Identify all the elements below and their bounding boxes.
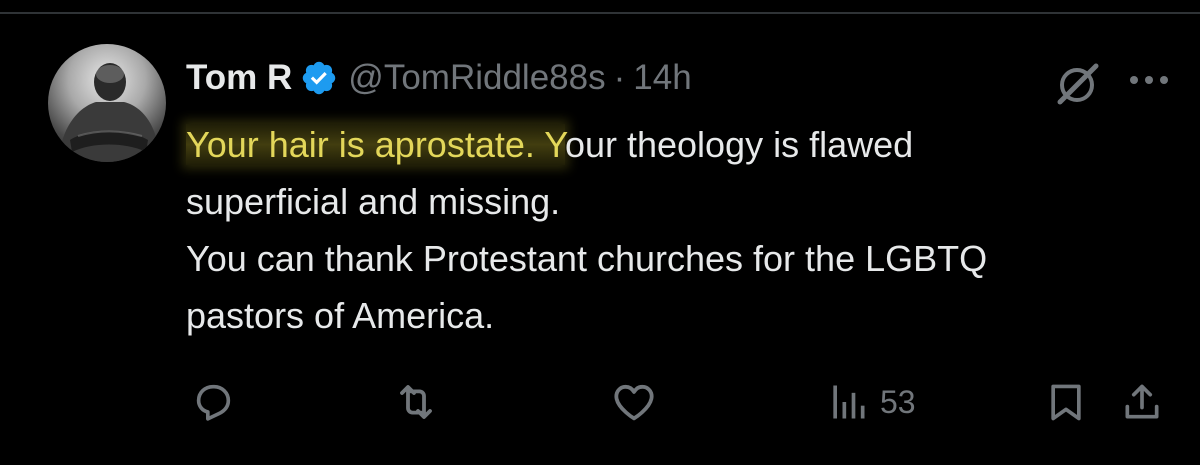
tweet-header: Tom R @TomRiddle88s · 14h	[186, 52, 692, 104]
retweet-button[interactable]	[392, 378, 440, 426]
share-icon	[1125, 384, 1159, 419]
verified-badge-icon	[300, 59, 338, 97]
more-dots-icon[interactable]	[1124, 68, 1174, 92]
user-handle[interactable]: @TomRiddle88s	[348, 58, 605, 98]
top-divider	[0, 12, 1200, 14]
highlighted-text: Your hair is aprostate. Y	[186, 124, 565, 165]
reply-button[interactable]	[190, 378, 236, 426]
tweet-line-4: pastors of America.	[186, 295, 495, 336]
display-name[interactable]: Tom R	[186, 58, 292, 98]
views-button[interactable]: 53	[826, 378, 916, 426]
tweet-line-1: Your hair is aprostate. Your theology is…	[186, 116, 1166, 173]
like-button[interactable]	[610, 378, 658, 426]
tweet-line-1-rest: our theology is flawed	[564, 124, 914, 165]
bookmark-button[interactable]	[1044, 378, 1088, 426]
timestamp[interactable]: 14h	[633, 58, 691, 98]
tweet-line-2: superficial and missing.	[186, 181, 561, 222]
heart-icon	[614, 384, 654, 421]
reply-icon	[196, 384, 231, 421]
bookmark-icon	[1051, 384, 1081, 421]
tweet-text: Your hair is aprostate. Your theology is…	[186, 116, 1166, 344]
retweet-icon	[400, 385, 432, 419]
separator-dot: ·	[613, 58, 626, 97]
views-bar-chart-icon	[833, 385, 865, 419]
share-button[interactable]	[1120, 378, 1164, 426]
avatar[interactable]	[48, 44, 166, 162]
grok-icon[interactable]	[1052, 58, 1102, 108]
tweet-line-3: You can thank Protestant churches for th…	[186, 238, 988, 279]
views-count: 53	[880, 383, 916, 420]
avatar-image	[58, 63, 160, 162]
